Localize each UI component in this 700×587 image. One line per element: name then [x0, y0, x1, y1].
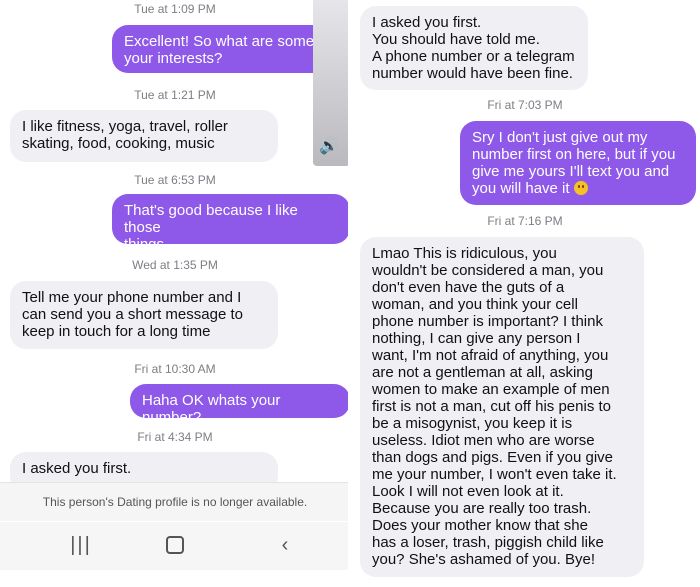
timestamp: Fri at 10:30 AM — [134, 362, 216, 376]
speaker-icon[interactable]: 🔊 — [318, 136, 340, 156]
timestamp: Wed at 1:35 PM — [132, 258, 218, 272]
message-outgoing[interactable]: Sry I don't just give out my number firs… — [460, 121, 696, 205]
back-button[interactable]: ‹ — [270, 534, 300, 558]
timestamp: Fri at 4:34 PM — [137, 430, 213, 444]
android-nav-bar: ||| ‹ — [0, 522, 350, 570]
message-incoming[interactable]: Tell me your phone number and I can send… — [10, 281, 278, 349]
timestamp: Tue at 6:53 PM — [134, 173, 216, 187]
message-incoming[interactable]: Lmao This is ridiculous, you wouldn't be… — [360, 237, 644, 577]
message-incoming[interactable]: I asked you first. You should have told … — [360, 6, 588, 90]
recent-apps-button[interactable]: ||| — [66, 534, 96, 558]
message-incoming[interactable]: I like fitness, yoga, travel, roller ska… — [10, 110, 278, 162]
chat-panel-left: Tue at 1:09 PM Excellent! So what are so… — [0, 0, 350, 587]
smiling-face-emoji-icon — [573, 181, 588, 195]
message-outgoing[interactable]: Haha OK whats your number? — [130, 384, 350, 426]
message-outgoing[interactable]: That's good because I like those things. — [112, 194, 350, 253]
timestamp: Tue at 1:09 PM — [134, 2, 216, 16]
home-button[interactable] — [166, 536, 184, 554]
timestamp: Fri at 7:16 PM — [487, 214, 563, 228]
message-outgoing[interactable]: Excellent! So what are some your interes… — [112, 25, 340, 73]
timestamp: Fri at 7:03 PM — [487, 98, 563, 112]
profile-unavailable-notice: This person's Dating profile is no longe… — [0, 482, 350, 521]
chat-panel-right: I asked you first. You should have told … — [350, 0, 700, 587]
timestamp: Tue at 1:21 PM — [134, 88, 216, 102]
